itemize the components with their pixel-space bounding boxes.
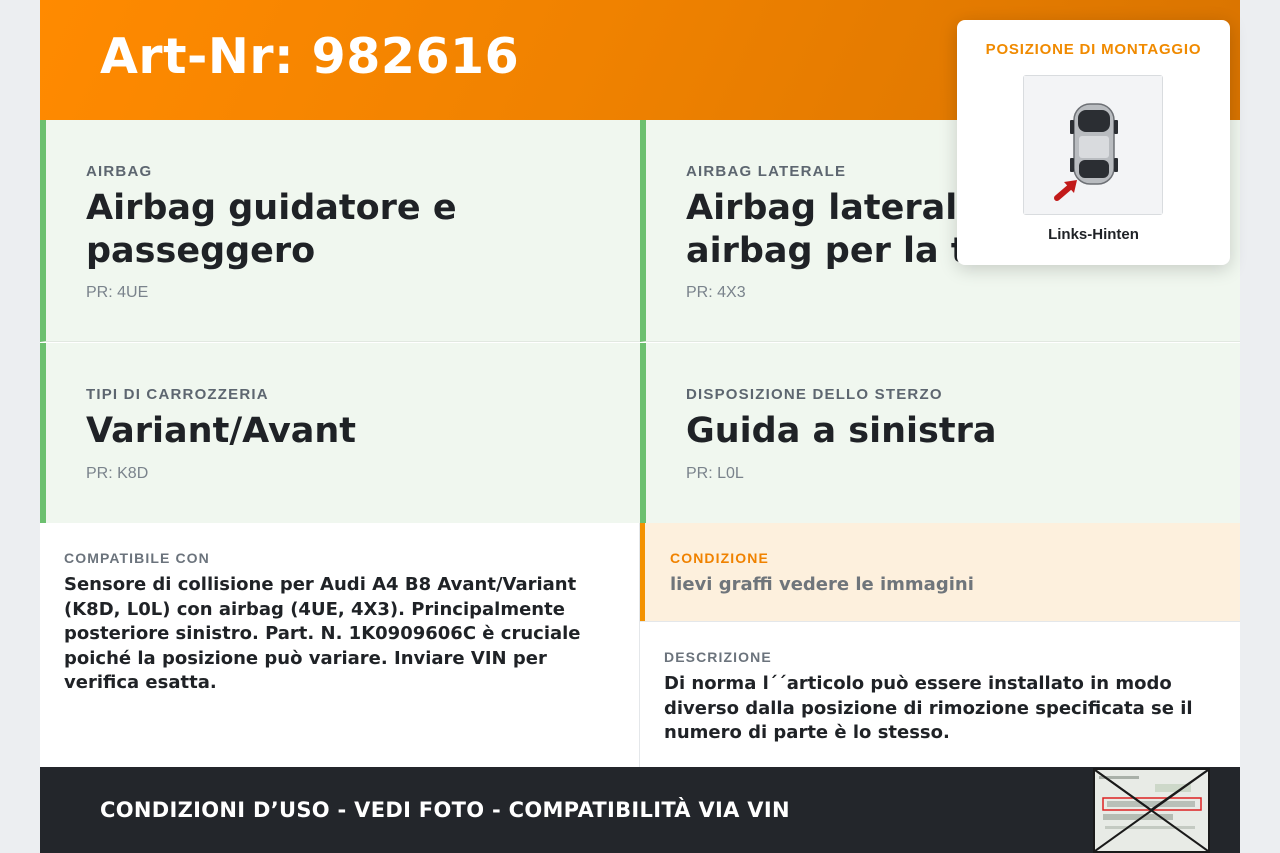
card-label: AIRBAG bbox=[86, 163, 153, 180]
compatibility-text: Sensore di collisione per Audi A4 B8 Ava… bbox=[64, 574, 581, 693]
card-pr-code: PR: L0L bbox=[686, 465, 744, 482]
popup-caption: Links-Hinten bbox=[1048, 226, 1139, 243]
description-label: DESCRIZIONE bbox=[664, 649, 772, 665]
article-number-title: Art-Nr: 982616 bbox=[100, 28, 520, 85]
car-position-image bbox=[1023, 75, 1163, 215]
card-label: DISPOSIZIONE DELLO STERZO bbox=[686, 386, 943, 403]
card-pr-code: PR: 4UE bbox=[86, 284, 149, 301]
vin-document-image bbox=[1095, 770, 1208, 851]
footer: CONDIZIONI D’USO - VEDI FOTO - COMPATIBI… bbox=[40, 767, 1240, 853]
popup-title: POSIZIONE DI MONTAGGIO bbox=[985, 41, 1202, 58]
card-value: Variant/Avant bbox=[86, 411, 357, 451]
footer-text: CONDIZIONI D’USO - VEDI FOTO - COMPATIBI… bbox=[100, 798, 790, 822]
condition-label: CONDIZIONE bbox=[670, 550, 769, 566]
card-pr-code: PR: K8D bbox=[86, 465, 149, 482]
condition-section: CONDIZIONE lievi graffi vedere le immagi… bbox=[640, 523, 1240, 621]
card-steering: DISPOSIZIONE DELLO STERZO Guida a sinist… bbox=[640, 343, 1240, 523]
card-value: Airbag guidatore e passeggero bbox=[86, 188, 457, 271]
card-airbag: AIRBAG Airbag guidatore e passeggero PR:… bbox=[40, 120, 640, 342]
card-label: TIPI DI CARROZZERIA bbox=[86, 386, 269, 403]
description-text: Di norma l´´articolo può essere installa… bbox=[664, 673, 1193, 743]
car-topview-icon bbox=[1024, 76, 1162, 214]
card-label: AIRBAG LATERALE bbox=[686, 163, 847, 180]
compatibility-section: COMPATIBILE CON Sensore di collisione pe… bbox=[40, 523, 640, 767]
card-body-type: TIPI DI CARROZZERIA Variant/Avant PR: K8… bbox=[40, 343, 640, 523]
description-section: DESCRIZIONE Di norma l´´articolo può ess… bbox=[640, 621, 1240, 767]
vin-photo-thumbnail[interactable] bbox=[1093, 768, 1210, 853]
mounting-position-popup: POSIZIONE DI MONTAGGIO Links-Hinten bbox=[957, 20, 1230, 265]
condition-text: lievi graffi vedere le immagini bbox=[670, 574, 974, 595]
card-value: Guida a sinistra bbox=[686, 411, 997, 451]
card-pr-code: PR: 4X3 bbox=[686, 284, 746, 301]
compatibility-label: COMPATIBILE CON bbox=[64, 550, 210, 566]
